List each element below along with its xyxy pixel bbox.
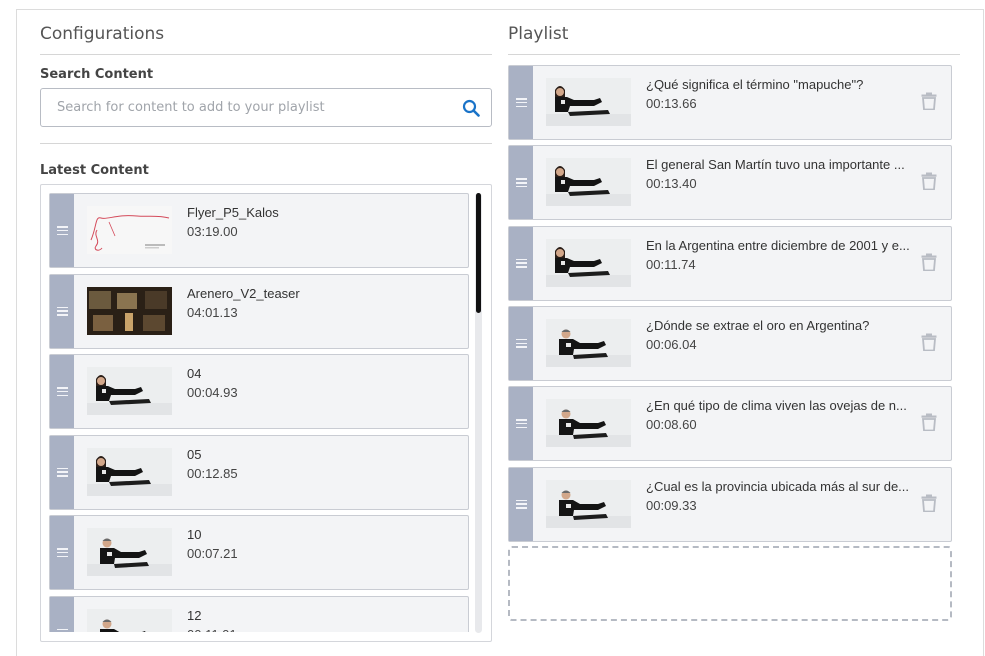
content-duration: 03:19.00 bbox=[187, 224, 238, 239]
latest-content-item[interactable]: 04 00:04.93 bbox=[49, 354, 469, 429]
trash-icon[interactable] bbox=[921, 494, 937, 512]
playlist-item-title: ¿Cual es la provincia ubicada más al sur… bbox=[646, 478, 910, 494]
latest-content-item[interactable]: 10 00:07.21 bbox=[49, 515, 469, 590]
playlist-item[interactable]: El general San Martín tuvo una important… bbox=[508, 145, 952, 221]
drag-handle[interactable] bbox=[509, 467, 533, 541]
drag-handle[interactable] bbox=[50, 435, 74, 509]
content-title: 12 bbox=[187, 607, 202, 623]
playlist-divider bbox=[508, 54, 960, 55]
drag-handle-icon bbox=[56, 467, 68, 477]
playlist-item-duration: 00:06.04 bbox=[646, 336, 697, 352]
playlist-item-title: ¿Qué significa el término "mapuche"? bbox=[646, 77, 864, 92]
content-thumbnail bbox=[87, 608, 172, 632]
drag-handle-icon bbox=[515, 419, 527, 429]
latest-content-item[interactable]: 05 00:12.85 bbox=[49, 434, 469, 510]
playlist-thumbnail bbox=[546, 399, 631, 448]
content-thumbnail bbox=[87, 367, 172, 415]
drag-handle[interactable] bbox=[509, 66, 533, 139]
playlist-thumbnail bbox=[546, 318, 631, 367]
playlist-item[interactable]: ¿Cual es la provincia ubicada más al sur… bbox=[508, 466, 952, 542]
content-thumbnail bbox=[87, 447, 172, 496]
playlist-item[interactable]: ¿En qué tipo de clima viven las ovejas d… bbox=[508, 386, 952, 462]
drag-handle[interactable] bbox=[509, 306, 533, 380]
trash-icon[interactable] bbox=[921, 172, 937, 191]
playlist-thumbnail bbox=[546, 479, 631, 528]
content-duration: 00:12.85 bbox=[187, 465, 238, 481]
latest-content-viewport: Flyer_P5_Kalos 03:19.00 Arenero_V2_teaser 0… bbox=[40, 184, 492, 632]
playlist-drop-zone[interactable] bbox=[508, 546, 952, 621]
content-title: Arenero_V2_teaser bbox=[187, 285, 300, 301]
playlist-item-duration: 00:13.66 bbox=[646, 96, 697, 111]
content-title: 04 bbox=[187, 366, 202, 381]
playlist-item[interactable]: ¿Dónde se extrae el oro en Argentina? 00:… bbox=[508, 305, 952, 381]
content-title: 05 bbox=[187, 446, 202, 462]
latest-content-item[interactable]: Flyer_P5_Kalos 03:19.00 bbox=[49, 193, 469, 268]
search-divider bbox=[40, 143, 492, 144]
drag-handle-icon bbox=[515, 178, 527, 188]
search-content-label: Search Content bbox=[40, 67, 154, 82]
content-duration: 00:07.21 bbox=[187, 546, 238, 561]
playlist-thumbnail bbox=[546, 158, 631, 207]
content-title: 10 bbox=[187, 527, 202, 542]
drag-handle-icon bbox=[515, 98, 527, 107]
drag-handle[interactable] bbox=[50, 194, 74, 267]
playlist-thumbnail bbox=[546, 238, 631, 287]
playlist-item[interactable]: ¿Qué significa el término "mapuche"? 00:1… bbox=[508, 65, 952, 140]
trash-icon[interactable] bbox=[921, 413, 937, 432]
drag-handle-icon bbox=[515, 338, 527, 348]
content-duration: 00:11.01 bbox=[187, 627, 237, 633]
content-title: Flyer_P5_Kalos bbox=[187, 205, 279, 220]
playlist-item-title: En la Argentina entre diciembre de 2001 … bbox=[646, 237, 910, 253]
search-box bbox=[40, 88, 492, 127]
latest-content-item[interactable]: Arenero_V2_teaser 04:01.13 bbox=[49, 273, 469, 349]
drag-handle-icon bbox=[56, 226, 68, 235]
playlist-item-title: ¿En qué tipo de clima viven las ovejas d… bbox=[646, 398, 907, 414]
drag-handle-icon bbox=[56, 306, 68, 316]
trash-icon[interactable] bbox=[921, 333, 937, 351]
drag-handle-icon bbox=[56, 548, 68, 557]
latest-content-label: Latest Content bbox=[40, 163, 149, 178]
content-thumbnail bbox=[87, 286, 172, 335]
drag-handle-icon bbox=[56, 628, 68, 633]
configurations-divider bbox=[40, 54, 492, 55]
playlist-item-duration: 00:11.74 bbox=[646, 256, 696, 272]
search-input[interactable] bbox=[41, 89, 441, 126]
trash-icon[interactable] bbox=[921, 253, 937, 271]
drag-handle[interactable] bbox=[50, 355, 74, 428]
playlist-item-duration: 00:09.33 bbox=[646, 497, 697, 513]
content-thumbnail bbox=[87, 206, 172, 254]
trash-icon[interactable] bbox=[921, 92, 937, 110]
playlist-item[interactable]: En la Argentina entre diciembre de 2001 … bbox=[508, 225, 952, 301]
content-duration: 00:04.93 bbox=[187, 385, 238, 400]
drag-handle[interactable] bbox=[50, 596, 74, 633]
drag-handle[interactable] bbox=[509, 146, 533, 220]
latest-content-item[interactable]: 12 00:11.01 bbox=[49, 595, 469, 633]
drag-handle-icon bbox=[515, 499, 527, 509]
playlist-item-duration: 00:08.60 bbox=[646, 417, 697, 433]
drag-handle[interactable] bbox=[509, 226, 533, 300]
drag-handle[interactable] bbox=[509, 387, 533, 461]
drag-handle-icon bbox=[515, 258, 527, 268]
drag-handle-icon bbox=[56, 387, 68, 396]
drag-handle[interactable] bbox=[50, 516, 74, 589]
playlist-item-duration: 00:13.40 bbox=[646, 176, 697, 192]
content-thumbnail bbox=[87, 528, 172, 576]
playlist-item-title: El general San Martín tuvo una important… bbox=[646, 157, 905, 173]
search-icon[interactable] bbox=[462, 99, 480, 117]
playlist-title: Playlist bbox=[508, 24, 569, 44]
content-duration: 04:01.13 bbox=[187, 304, 238, 320]
configurations-title: Configurations bbox=[40, 24, 165, 44]
drag-handle[interactable] bbox=[50, 274, 74, 348]
playlist-item-title: ¿Dónde se extrae el oro en Argentina? bbox=[646, 317, 870, 333]
playlist-thumbnail bbox=[546, 78, 631, 126]
